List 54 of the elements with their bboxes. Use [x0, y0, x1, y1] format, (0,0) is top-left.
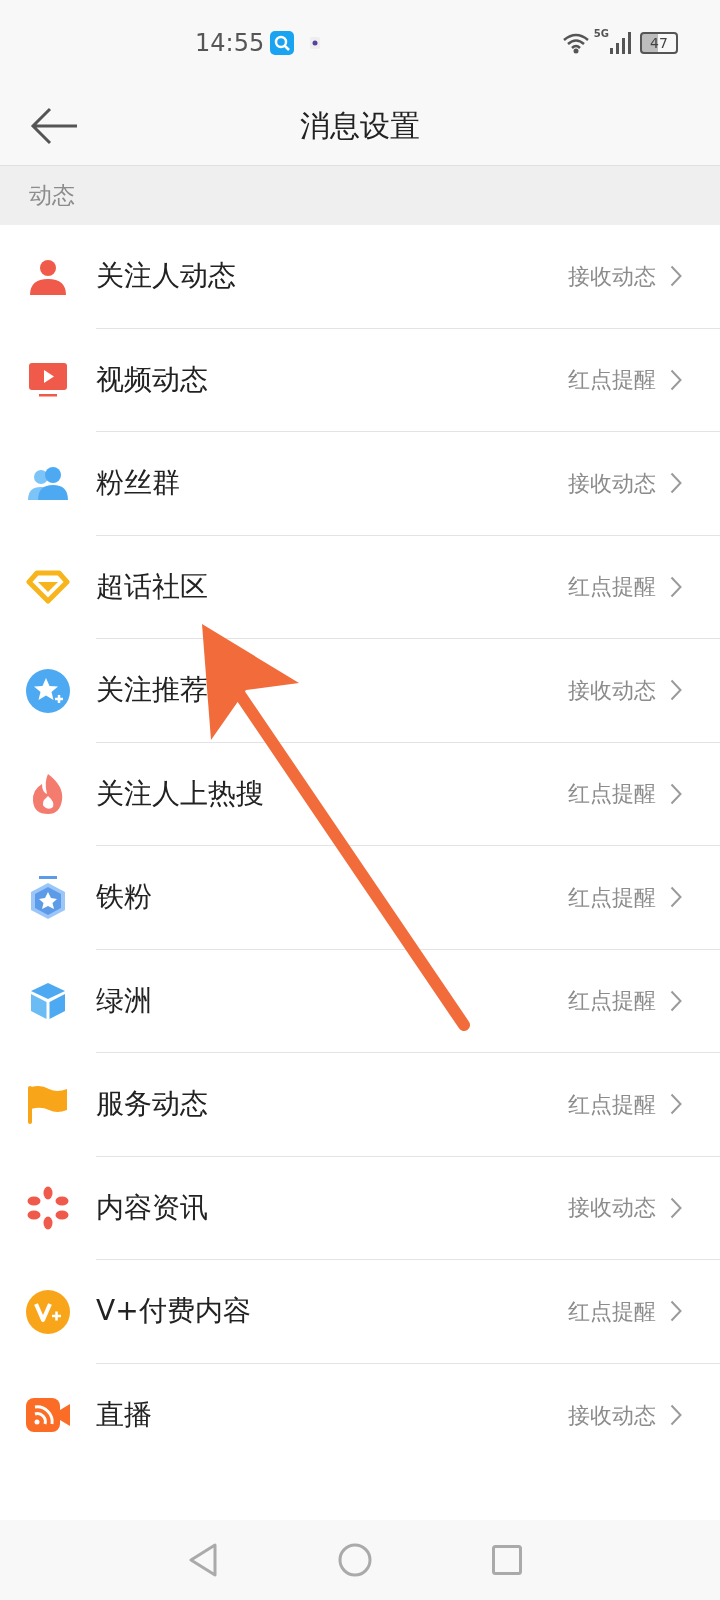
back-arrow-icon[interactable] [30, 106, 78, 145]
row-label: 超话社区 [96, 568, 208, 605]
nav-back-icon[interactable] [188, 1543, 218, 1577]
chevron-right-icon[interactable] [670, 1300, 682, 1323]
chevron-right-icon[interactable] [670, 472, 682, 495]
cube-icon [28, 981, 68, 1022]
row-label: 关注人上热搜 [96, 775, 264, 812]
row-label: 视频动态 [96, 361, 208, 398]
row-value: 接收动态 [568, 676, 656, 705]
nav-recents-icon[interactable] [492, 1545, 522, 1575]
row-value: 接收动态 [568, 262, 656, 291]
row-label: 服务动态 [96, 1086, 208, 1123]
row-label: 直播 [96, 1397, 152, 1434]
chevron-right-icon[interactable] [670, 989, 682, 1012]
row-label: 粉丝群 [96, 465, 180, 502]
battery-percent: 47 [650, 36, 668, 50]
row-label: V+付费内容 [96, 1293, 251, 1330]
chevron-right-icon[interactable] [670, 782, 682, 805]
v-plus-icon [26, 1289, 70, 1334]
row-label: 绿洲 [96, 982, 152, 1019]
row-value: 红点提醒 [568, 987, 656, 1016]
search-app-icon [270, 31, 295, 55]
chevron-right-icon[interactable] [670, 265, 682, 288]
nav-home-icon[interactable] [338, 1543, 372, 1577]
chevron-right-icon[interactable] [670, 1404, 682, 1427]
chevron-right-icon[interactable] [670, 1196, 682, 1219]
notification-icon [310, 37, 321, 49]
chevron-right-icon[interactable] [670, 368, 682, 391]
section-title: 动态 [29, 181, 75, 211]
row-value: 红点提醒 [568, 573, 656, 602]
chevron-right-icon[interactable] [670, 679, 682, 702]
row-label: 关注推荐 [96, 672, 208, 709]
flag-icon [27, 1083, 69, 1126]
row-label: 关注人动态 [96, 258, 236, 295]
row-value: 接收动态 [568, 1194, 656, 1223]
row-value: 接收动态 [568, 469, 656, 498]
row-value: 红点提醒 [568, 1297, 656, 1326]
page-title: 消息设置 [300, 107, 420, 145]
row-value: 红点提醒 [568, 780, 656, 809]
chevron-right-icon[interactable] [670, 886, 682, 909]
row-value: 红点提醒 [568, 1090, 656, 1119]
wifi-icon [561, 32, 590, 54]
row-label: 铁粉 [96, 879, 152, 916]
chevron-right-icon[interactable] [670, 1093, 682, 1116]
status-time: 14:55 [195, 28, 265, 59]
row-value: 红点提醒 [568, 366, 656, 395]
row-value: 接收动态 [568, 1401, 656, 1430]
network-type: 5G [593, 27, 609, 41]
row-value: 红点提醒 [568, 883, 656, 912]
row-label: 内容资讯 [96, 1189, 208, 1226]
badge-icon [28, 874, 68, 921]
chevron-right-icon[interactable] [670, 575, 682, 598]
signal-icon [610, 32, 632, 54]
petals-icon [26, 1186, 70, 1231]
